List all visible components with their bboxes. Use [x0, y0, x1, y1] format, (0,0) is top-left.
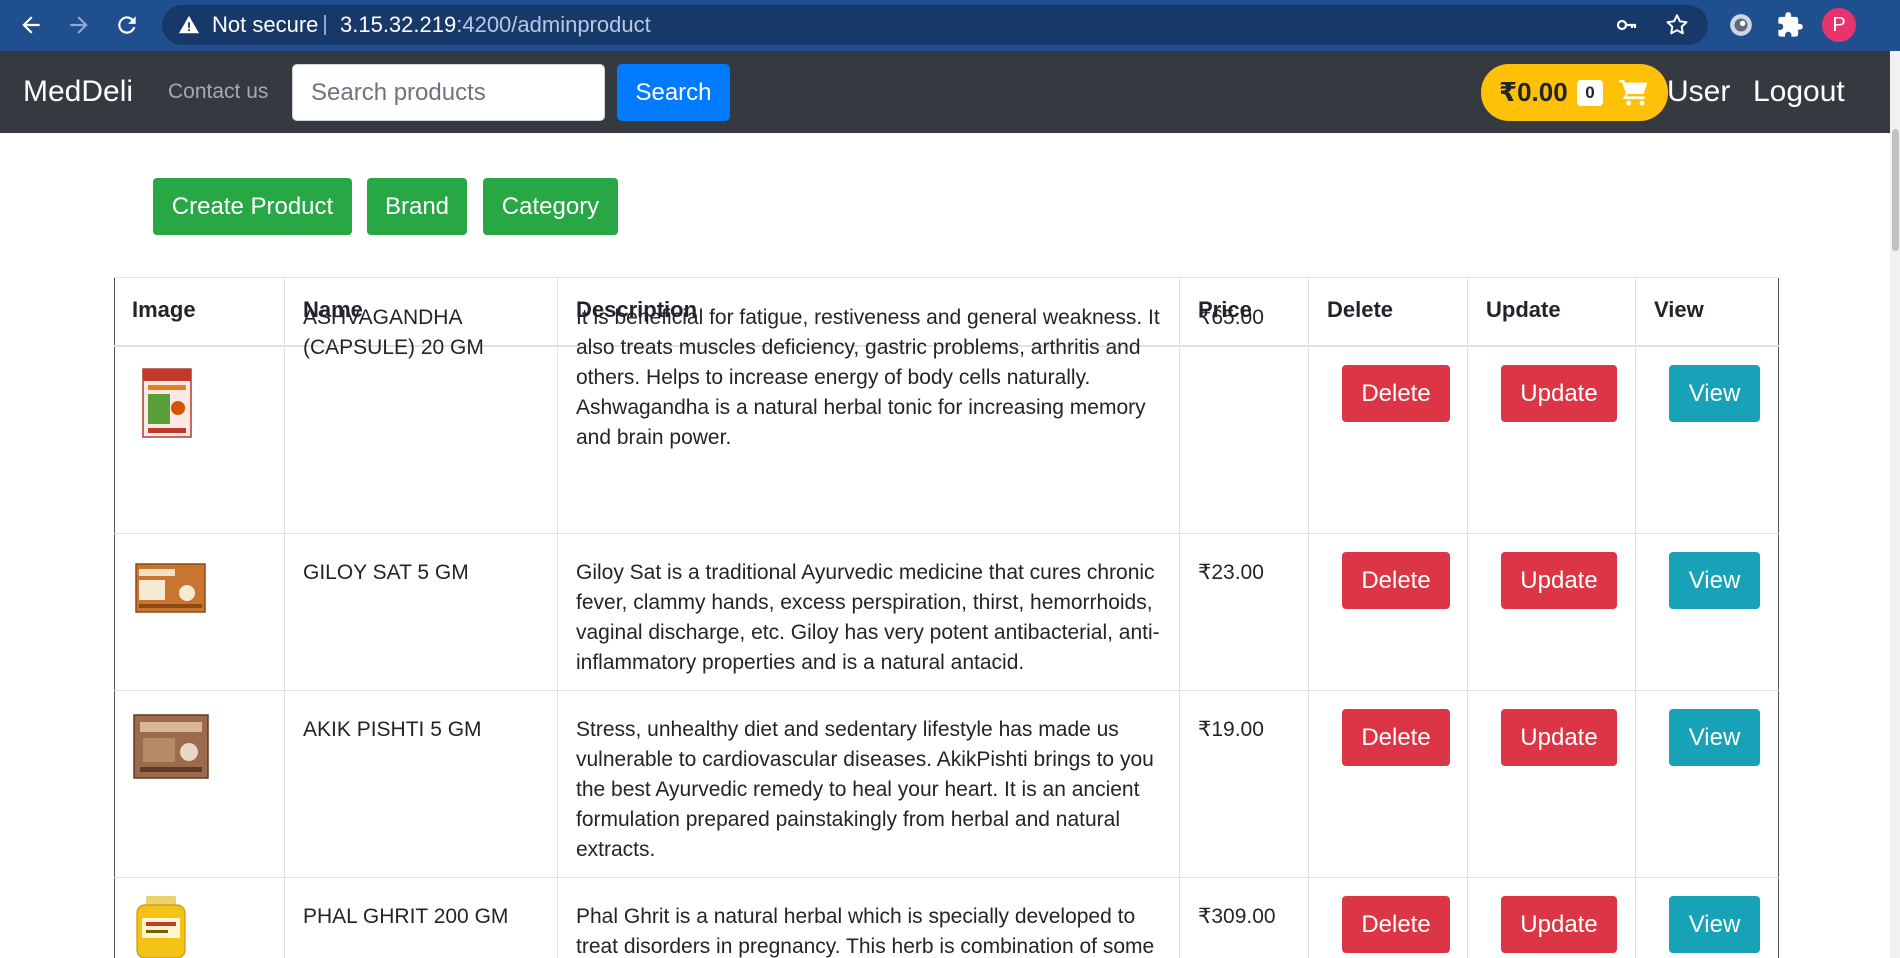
- product-price: ₹23.00: [1198, 561, 1264, 584]
- view-button[interactable]: View: [1669, 365, 1760, 422]
- description-line: also treats muscles deficiency, gastric …: [576, 336, 1141, 359]
- profile-avatar[interactable]: P: [1822, 8, 1856, 42]
- update-button[interactable]: Update: [1501, 365, 1617, 422]
- extension-ring-icon[interactable]: [1728, 12, 1754, 38]
- page-scrollbar[interactable]: [1890, 51, 1900, 958]
- column-divider: [284, 277, 285, 958]
- cart-count-badge: 0: [1577, 80, 1603, 106]
- product-description: Phal Ghrit is a natural herbal which is …: [576, 902, 1154, 958]
- column-header-image[interactable]: Image: [132, 297, 196, 323]
- star-icon[interactable]: [1664, 12, 1690, 38]
- column-divider: [1635, 277, 1636, 958]
- product-table: Image Name Description Price Delete Upda…: [114, 277, 1779, 958]
- product-name-line: AKIK PISHTI 5 GM: [303, 718, 482, 741]
- description-line: formulation prepared painstakingly from …: [576, 808, 1120, 831]
- url-text[interactable]: 3.15.32.219:4200/adminproduct: [340, 5, 651, 45]
- column-divider: [1467, 277, 1468, 958]
- description-line: vulnerable to cardiovascular diseases. A…: [576, 748, 1154, 771]
- row-divider: [114, 690, 1779, 691]
- product-name-line: PHAL GHRIT 200 GM: [303, 905, 509, 928]
- warning-icon[interactable]: [178, 14, 200, 36]
- description-line: Ashwagandha is a natural herbal tonic fo…: [576, 396, 1146, 419]
- delete-button[interactable]: Delete: [1342, 896, 1450, 953]
- column-divider: [1179, 277, 1180, 958]
- column-divider: [1308, 277, 1309, 958]
- description-line: extracts.: [576, 838, 656, 861]
- description-line: and brain power.: [576, 426, 732, 449]
- search-button[interactable]: Search: [617, 64, 730, 121]
- security-label[interactable]: Not secure: [212, 5, 318, 45]
- row-divider: [114, 877, 1779, 878]
- url-host: 3.15.32.219: [340, 12, 457, 37]
- app-navbar: MedDeli Contact us Search ₹0.00 0 User L…: [0, 51, 1890, 133]
- product-price: ₹65.00: [1198, 306, 1264, 329]
- cart-total: ₹0.00: [1499, 77, 1568, 107]
- row-divider: [114, 533, 1779, 534]
- delete-button[interactable]: Delete: [1342, 709, 1450, 766]
- description-line: fever, clammy hands, excess perspiration…: [576, 591, 1153, 614]
- scrollbar-thumb[interactable]: [1892, 129, 1899, 251]
- product-description: Giloy Sat is a traditional Ayurvedic med…: [576, 558, 1160, 678]
- brand-button[interactable]: Brand: [367, 178, 467, 235]
- product-price: ₹19.00: [1198, 718, 1264, 741]
- category-button[interactable]: Category: [483, 178, 618, 235]
- product-name: PHAL GHRIT 200 GM: [303, 902, 508, 932]
- product-image-giloy-sat[interactable]: [135, 563, 206, 613]
- forward-arrow-icon[interactable]: [62, 8, 96, 42]
- product-name: ASHVAGANDHA (CAPSULE) 20 GM: [303, 303, 484, 363]
- description-line: It is beneficial for fatigue, restivenes…: [576, 306, 1160, 329]
- product-image-ashvagandha[interactable]: [142, 368, 192, 438]
- column-header-view[interactable]: View: [1654, 297, 1704, 323]
- key-icon[interactable]: [1615, 13, 1639, 37]
- delete-button[interactable]: Delete: [1342, 365, 1450, 422]
- address-bar[interactable]: Not secure 3.15.32.219:4200/adminproduct: [162, 5, 1708, 45]
- product-name: GILOY SAT 5 GM: [303, 558, 469, 588]
- table-border-left: [114, 277, 115, 958]
- contact-us-link[interactable]: Contact us: [168, 51, 268, 133]
- cart-icon: [1619, 80, 1648, 106]
- product-image-phal-ghrit[interactable]: [134, 896, 188, 958]
- product-name-line: (CAPSULE) 20 GM: [303, 336, 484, 359]
- description-line: vaginal discharge, etc. Giloy has very p…: [576, 621, 1160, 644]
- update-button[interactable]: Update: [1501, 896, 1617, 953]
- column-divider: [557, 277, 558, 958]
- product-description: Stress, unhealthy diet and sedentary lif…: [576, 715, 1154, 865]
- back-arrow-icon[interactable]: [14, 8, 48, 42]
- column-header-update[interactable]: Update: [1486, 297, 1561, 323]
- description-line: Stress, unhealthy diet and sedentary lif…: [576, 718, 1119, 741]
- update-button[interactable]: Update: [1501, 709, 1617, 766]
- description-line: inflammatory properties and is a natural…: [576, 651, 1025, 674]
- table-border-right: [1778, 277, 1779, 958]
- product-price: ₹309.00: [1198, 905, 1276, 928]
- update-button[interactable]: Update: [1501, 552, 1617, 609]
- description-line: Phal Ghrit is a natural herbal which is …: [576, 905, 1136, 928]
- table-border-top: [114, 277, 1779, 278]
- description-line: others. Helps to increase energy of body…: [576, 366, 1091, 389]
- user-link[interactable]: User: [1667, 51, 1730, 133]
- brand-logo-text[interactable]: MedDeli: [23, 51, 133, 133]
- puzzle-icon[interactable]: [1776, 11, 1804, 39]
- create-product-button[interactable]: Create Product: [153, 178, 352, 235]
- view-button[interactable]: View: [1669, 709, 1760, 766]
- view-button[interactable]: View: [1669, 552, 1760, 609]
- product-image-akik-pishti[interactable]: [133, 714, 209, 779]
- description-line: the best Ayurvedic remedy to heal your h…: [576, 778, 1140, 801]
- view-button[interactable]: View: [1669, 896, 1760, 953]
- delete-button[interactable]: Delete: [1342, 552, 1450, 609]
- url-path: :4200/adminproduct: [456, 12, 651, 37]
- browser-toolbar: Not secure 3.15.32.219:4200/adminproduct…: [0, 0, 1900, 51]
- search-input[interactable]: [292, 64, 605, 121]
- cart-button[interactable]: ₹0.00 0: [1481, 64, 1668, 121]
- reload-icon[interactable]: [110, 8, 144, 42]
- product-name-line: GILOY SAT 5 GM: [303, 561, 469, 584]
- product-name: AKIK PISHTI 5 GM: [303, 715, 482, 745]
- logout-link[interactable]: Logout: [1753, 51, 1845, 133]
- description-line: Giloy Sat is a traditional Ayurvedic med…: [576, 561, 1155, 584]
- column-header-delete[interactable]: Delete: [1327, 297, 1393, 323]
- description-line: treat disorders in pregnancy. This herb …: [576, 935, 1155, 958]
- product-name-line: ASHVAGANDHA: [303, 306, 463, 329]
- product-description: It is beneficial for fatigue, restivenes…: [576, 303, 1160, 453]
- omnibox-divider: [324, 15, 326, 35]
